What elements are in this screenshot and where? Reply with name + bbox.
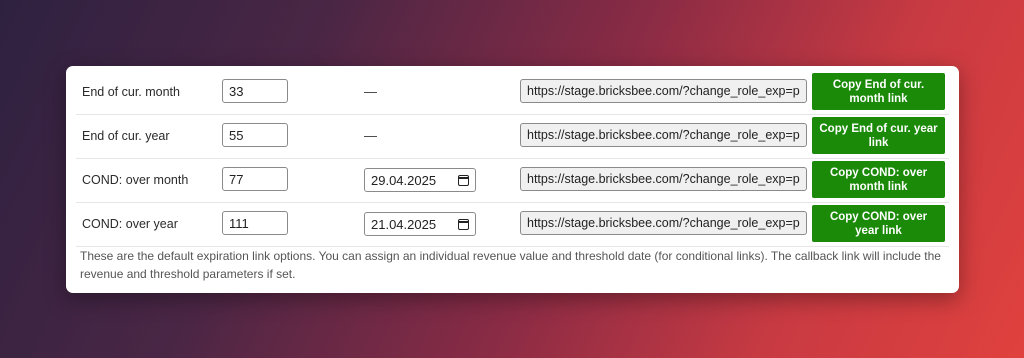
copy-link-button[interactable]: Copy End of cur. month link — [812, 73, 945, 110]
date-value: 21.04.2025 — [371, 216, 437, 232]
copy-link-button[interactable]: Copy COND: over year link — [812, 205, 945, 242]
copy-link-button[interactable]: Copy End of cur. year link — [812, 117, 945, 154]
link-row-cond-over-month: COND: over month 29.04.2025 Copy COND: o… — [76, 158, 949, 203]
revenue-value-input[interactable] — [222, 123, 288, 147]
threshold-date-input[interactable]: 21.04.2025 — [364, 212, 476, 236]
callback-url-field[interactable] — [520, 79, 807, 103]
threshold-date-input[interactable]: 29.04.2025 — [364, 168, 476, 192]
copy-link-button[interactable]: Copy COND: over month link — [812, 161, 945, 198]
link-row-end-of-month: End of cur. month — Copy End of cur. mon… — [76, 70, 949, 115]
expiration-links-panel: End of cur. month — Copy End of cur. mon… — [66, 66, 959, 293]
row-label: COND: over year — [82, 217, 178, 231]
row-label: COND: over month — [82, 173, 189, 187]
link-row-end-of-year: End of cur. year — Copy End of cur. year… — [76, 114, 949, 159]
revenue-value-input[interactable] — [222, 211, 288, 235]
callback-url-field[interactable] — [520, 123, 807, 147]
help-text: These are the default expiration link op… — [80, 249, 941, 281]
calendar-icon[interactable] — [458, 174, 469, 186]
revenue-value-input[interactable] — [222, 79, 288, 103]
link-row-cond-over-year: COND: over year 21.04.2025 Copy COND: ov… — [76, 202, 949, 247]
date-value: 29.04.2025 — [371, 172, 437, 188]
no-date-dash: — — [364, 128, 377, 143]
callback-url-field[interactable] — [520, 211, 807, 235]
callback-url-field[interactable] — [520, 167, 807, 191]
row-label: End of cur. year — [82, 129, 170, 143]
no-date-dash: — — [364, 84, 377, 99]
calendar-icon[interactable] — [458, 218, 469, 230]
row-label: End of cur. month — [82, 85, 180, 99]
revenue-value-input[interactable] — [222, 167, 288, 191]
